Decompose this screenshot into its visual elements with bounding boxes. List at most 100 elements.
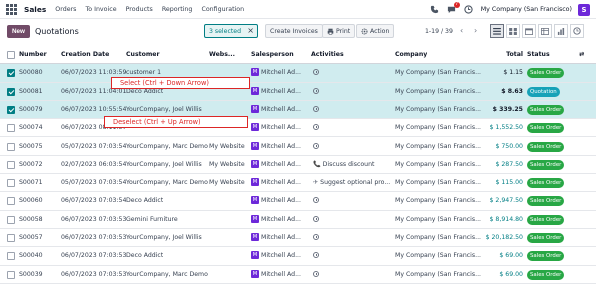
menu-orders[interactable]: Orders bbox=[55, 6, 76, 13]
pager-value[interactable]: 1-19 / 39 bbox=[425, 28, 453, 35]
new-button[interactable]: New bbox=[7, 25, 30, 38]
row-checkbox[interactable] bbox=[7, 179, 15, 188]
kanban-view-button[interactable] bbox=[506, 24, 520, 38]
company: My Company (San Francis... bbox=[395, 142, 482, 150]
col-creation-date[interactable]: Creation Date bbox=[61, 46, 109, 64]
activity[interactable] bbox=[313, 211, 391, 229]
status-badge: Sales Order bbox=[527, 178, 565, 189]
customer-name: Deco Addict bbox=[126, 252, 164, 260]
phone-icon[interactable] bbox=[430, 5, 439, 14]
activity-clock-icon[interactable] bbox=[313, 215, 319, 222]
pager-previous-icon[interactable]: ‹ bbox=[460, 26, 463, 35]
activity[interactable] bbox=[313, 138, 391, 156]
activity[interactable] bbox=[313, 83, 391, 101]
menu-to-invoice[interactable]: To Invoice bbox=[85, 6, 116, 13]
order-number: S00057 bbox=[19, 234, 43, 241]
table-row[interactable]: S00074 06/07/2023 08:11:57 M Mitchell Ad...… bbox=[0, 119, 596, 138]
company: My Company (San Francis... bbox=[395, 87, 482, 95]
activity-clock-icon[interactable] bbox=[313, 142, 319, 149]
menu-configuration[interactable]: Configuration bbox=[201, 6, 244, 13]
activity[interactable] bbox=[313, 266, 391, 284]
activity[interactable]: ✈ Suggest optional pro... bbox=[313, 174, 391, 192]
row-checkbox[interactable] bbox=[7, 215, 15, 224]
selection-indicator[interactable]: 3 selected × bbox=[204, 24, 258, 38]
row-checkbox[interactable] bbox=[7, 270, 15, 279]
activity[interactable] bbox=[313, 101, 391, 119]
menu-products[interactable]: Products bbox=[126, 6, 153, 13]
table-row[interactable]: S00080 06/07/2023 11:03:59 customer 1 M Mitc… bbox=[0, 64, 596, 83]
table-row[interactable]: S00057 06/07/2023 07:03:53 YourCompany, Jo… bbox=[0, 229, 596, 248]
select-all-checkbox[interactable] bbox=[7, 51, 15, 59]
col-status[interactable]: Status bbox=[527, 46, 550, 64]
app-name[interactable]: Sales bbox=[24, 5, 46, 14]
row-checkbox[interactable] bbox=[7, 105, 15, 114]
row-checkbox[interactable] bbox=[7, 252, 15, 261]
action-button[interactable]: Action bbox=[356, 24, 395, 38]
activity[interactable] bbox=[313, 119, 391, 137]
apps-menu-icon[interactable] bbox=[6, 3, 17, 15]
calendar-view-button[interactable] bbox=[522, 24, 536, 38]
activity-clock-icon[interactable] bbox=[313, 105, 319, 112]
clear-selection-icon[interactable]: × bbox=[247, 26, 254, 35]
user-avatar[interactable]: S bbox=[578, 3, 590, 16]
total-amount: $ 339.25 bbox=[492, 105, 523, 113]
activity[interactable]: 📞 Discuss discount bbox=[313, 156, 391, 174]
table-row[interactable]: S00060 06/07/2023 07:03:54 Deco Addict M Mit… bbox=[0, 192, 596, 211]
company-switcher[interactable]: My Company (San Francisco) bbox=[481, 6, 572, 13]
activity-clock-icon[interactable] bbox=[313, 270, 319, 277]
activity[interactable] bbox=[313, 229, 391, 247]
table-row[interactable]: S00081 06/07/2023 11:04:01 Deco Addict M Mit… bbox=[0, 82, 596, 101]
salesperson: M Mitchell Ad... bbox=[251, 83, 301, 101]
table-row[interactable]: S00075 05/07/2023 07:03:54 YourCompany, Ma… bbox=[0, 138, 596, 156]
col-company[interactable]: Company bbox=[395, 46, 427, 64]
activity-clock-icon[interactable] bbox=[313, 124, 319, 131]
activity-view-button[interactable] bbox=[570, 24, 584, 38]
salesperson-name: Mitchell Ad... bbox=[261, 197, 301, 205]
row-checkbox[interactable] bbox=[7, 234, 15, 242]
activity[interactable] bbox=[313, 64, 391, 82]
menu-reporting[interactable]: Reporting bbox=[162, 6, 193, 13]
row-checkbox[interactable] bbox=[7, 197, 15, 206]
activity-clock-icon[interactable] bbox=[313, 87, 319, 94]
row-checkbox[interactable] bbox=[7, 124, 15, 133]
salesperson-avatar: M bbox=[251, 159, 259, 168]
view-switcher bbox=[490, 24, 586, 38]
activity-clock-icon[interactable] bbox=[313, 252, 319, 259]
activity[interactable] bbox=[313, 247, 391, 265]
table-row[interactable]: S00058 06/07/2023 07:03:53 Gemini Furnitur… bbox=[0, 211, 596, 229]
selected-count: 3 selected bbox=[209, 27, 242, 35]
pager-next-icon[interactable]: › bbox=[474, 26, 477, 35]
activity-clock-icon[interactable] bbox=[313, 69, 319, 76]
pivot-view-button[interactable] bbox=[538, 24, 552, 38]
col-salesperson[interactable]: Salesperson bbox=[251, 46, 294, 64]
col-customer[interactable]: Customer bbox=[126, 46, 160, 64]
create-invoices-button[interactable]: Create Invoices bbox=[265, 24, 323, 38]
row-checkbox[interactable] bbox=[7, 160, 15, 169]
col-total[interactable]: Total bbox=[490, 46, 523, 64]
top-navbar: Sales Orders To Invoice Products Reporti… bbox=[0, 0, 596, 19]
row-checkbox[interactable] bbox=[7, 69, 15, 78]
table-row[interactable]: S00079 06/07/2023 10:55:54 YourCompany, Jo… bbox=[0, 100, 596, 120]
graph-view-button[interactable] bbox=[554, 24, 568, 38]
column-settings-icon[interactable]: ⇄ bbox=[579, 46, 584, 64]
print-button[interactable]: Print bbox=[322, 24, 356, 38]
activity-clock-icon[interactable] bbox=[313, 234, 319, 240]
table-row[interactable]: S00040 06/07/2023 07:03:53 Deco Addict M Mit… bbox=[0, 247, 596, 266]
activity-clock-icon[interactable] bbox=[464, 5, 473, 14]
table-row[interactable]: S00039 06/07/2023 07:03:53 YourCompany, Ma… bbox=[0, 266, 596, 284]
col-number[interactable]: Number bbox=[19, 46, 47, 64]
customer-name: YourCompany, Marc Demo bbox=[126, 270, 208, 278]
col-activities[interactable]: Activities bbox=[311, 46, 344, 64]
breadcrumb: Quotations bbox=[34, 27, 79, 36]
row-checkbox[interactable] bbox=[7, 87, 15, 96]
row-checkbox[interactable] bbox=[7, 142, 15, 151]
table-row[interactable]: S00072 02/07/2023 06:03:54 YourCompany, Jo… bbox=[0, 156, 596, 175]
total-amount: $ 287.50 bbox=[495, 160, 523, 168]
col-website[interactable]: Webs... bbox=[209, 46, 235, 64]
gear-icon bbox=[361, 27, 368, 35]
messages-icon[interactable]: 7 bbox=[447, 2, 460, 14]
activity[interactable] bbox=[313, 192, 391, 210]
activity-clock-icon[interactable] bbox=[313, 197, 319, 204]
table-row[interactable]: S00071 05/07/2023 07:03:54 YourCompany, Ma… bbox=[0, 174, 596, 193]
list-view-button[interactable] bbox=[490, 24, 504, 38]
